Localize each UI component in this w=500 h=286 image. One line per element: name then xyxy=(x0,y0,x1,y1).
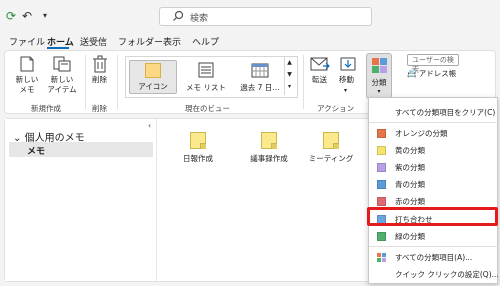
sticky-note-icon xyxy=(145,63,161,78)
color-swatch xyxy=(377,129,386,138)
search-placeholder: 検索 xyxy=(190,14,209,24)
view-note-list-button[interactable]: メモ リスト xyxy=(182,60,230,94)
tab-folder[interactable]: フォルダー xyxy=(118,35,163,48)
view-icon-label: アイコン xyxy=(138,82,168,91)
color-swatch xyxy=(377,163,386,172)
categorize-icon xyxy=(372,58,387,73)
category-label: 青の分類 xyxy=(395,180,425,189)
address-book-button[interactable]: 📇 アドレス帳 xyxy=(407,68,456,79)
gallery-scroll[interactable]: ▲ ▼ ▾ xyxy=(284,57,294,95)
quick-click-label: クイック クリックの設定(Q)... xyxy=(395,270,499,279)
category-green[interactable]: 緑の分類 xyxy=(369,228,499,244)
menu-divider xyxy=(369,246,499,247)
note-item[interactable]: 議事録作成 xyxy=(239,132,299,164)
undo-icon[interactable]: ↶ xyxy=(20,9,34,23)
category-purple[interactable]: 紫の分類 xyxy=(369,159,499,175)
category-label: オレンジの分類 xyxy=(395,129,448,138)
group-label-actions: アクション xyxy=(317,104,355,113)
chevron-down-icon[interactable]: ▾ xyxy=(344,86,347,96)
view-last7days-label: 過去 7 日… xyxy=(240,83,280,92)
address-book-icon: 📇 xyxy=(407,69,417,78)
categorize-menu: すべての分類項目をクリア(C) オレンジの分類 黄の分類 紫の分類 青の分類 赤… xyxy=(368,97,499,284)
classify-label: 分類 xyxy=(371,78,387,87)
group-label-new: 新規作成 xyxy=(31,104,61,113)
forward-icon xyxy=(310,57,330,71)
new-note-button[interactable]: 新しい メモ xyxy=(15,75,39,95)
chevron-down-icon: ▾ xyxy=(377,88,381,95)
color-swatch xyxy=(377,232,386,241)
tab-view[interactable]: 表示 xyxy=(163,35,181,48)
search-input[interactable]: 検索 xyxy=(159,7,372,26)
quick-click-settings[interactable]: クイック クリックの設定(Q)... xyxy=(369,266,499,282)
menu-divider xyxy=(369,122,499,123)
trash-icon xyxy=(93,55,107,73)
view-gallery: アイコン メモ リスト 過去 7 日… xyxy=(125,56,298,98)
classify-button[interactable]: 分類 ▾ xyxy=(366,53,392,99)
all-categories[interactable]: すべての分類項目(A)... xyxy=(369,249,499,265)
all-categories-label: すべての分類項目(A)... xyxy=(395,253,473,262)
group-label-delete: 削除 xyxy=(92,104,107,113)
sticky-note-icon xyxy=(261,132,277,149)
active-tab-indicator xyxy=(47,47,69,49)
sticky-note-icon xyxy=(323,132,339,149)
tab-help[interactable]: ヘルプ xyxy=(192,35,219,48)
address-book-label: アドレス帳 xyxy=(418,69,457,78)
nav-item-notes[interactable]: メモ xyxy=(9,142,153,157)
chevron-up-icon[interactable]: ▲ xyxy=(285,57,294,69)
color-swatch xyxy=(377,197,386,206)
new-note-icon xyxy=(20,56,34,72)
new-note-label-2: メモ xyxy=(19,85,35,94)
new-items-button[interactable]: 新しい アイテム xyxy=(47,75,77,95)
calendar-icon xyxy=(251,63,269,78)
collapse-pane-icon[interactable]: ‹ xyxy=(148,121,151,130)
category-label: 緑の分類 xyxy=(395,232,425,241)
category-blue[interactable]: 青の分類 xyxy=(369,176,499,192)
color-swatch xyxy=(377,180,386,189)
gallery-more-icon[interactable]: ▾ xyxy=(285,81,294,93)
list-icon xyxy=(198,62,214,78)
move-button[interactable]: 移動 xyxy=(339,75,354,85)
new-items-icon xyxy=(53,56,71,72)
divider xyxy=(85,55,86,109)
group-label-current-view: 現在のビュー xyxy=(185,104,230,113)
forward-button[interactable]: 転送 xyxy=(312,75,327,85)
category-yellow[interactable]: 黄の分類 xyxy=(369,142,499,158)
navigation-pane: ‹ ⌄ 個人用のメモ メモ xyxy=(5,119,157,281)
sticky-note-icon xyxy=(190,132,206,149)
color-swatch xyxy=(377,146,386,155)
category-label: 赤の分類 xyxy=(395,197,425,206)
new-items-label-1: 新しい xyxy=(50,75,74,84)
sync-icon[interactable]: ⟳ xyxy=(4,9,18,23)
new-items-label-2: アイテム xyxy=(47,85,77,94)
chevron-down-icon[interactable]: ▼ xyxy=(285,69,294,81)
category-label: 黄の分類 xyxy=(395,146,425,155)
view-note-list-label: メモ リスト xyxy=(186,83,226,92)
delete-button[interactable]: 削除 xyxy=(92,75,107,85)
tab-file[interactable]: ファイル xyxy=(9,35,45,48)
categorize-icon xyxy=(377,253,386,262)
note-item[interactable]: 日報作成 xyxy=(168,132,228,164)
note-item[interactable]: ミーティング xyxy=(301,132,361,164)
clear-all-categories[interactable]: すべての分類項目をクリア(C) xyxy=(369,104,499,120)
category-orange[interactable]: オレンジの分類 xyxy=(369,125,499,141)
divider xyxy=(303,55,304,109)
customize-icon[interactable]: ▾ xyxy=(38,9,52,23)
note-label: ミーティング xyxy=(308,154,354,163)
note-label: 日報作成 xyxy=(183,154,213,163)
menu-bar: ファイル ホーム 送受信 フォルダー 表示 ヘルプ xyxy=(0,33,500,49)
highlight-annotation xyxy=(367,207,498,226)
search-icon xyxy=(173,10,184,21)
move-icon xyxy=(340,57,356,71)
view-icon-button[interactable]: アイコン xyxy=(129,60,177,94)
find-people-input[interactable]: ユーザーの検索 xyxy=(407,54,459,74)
new-note-label-1: 新しい xyxy=(15,75,39,84)
tab-send-receive[interactable]: 送受信 xyxy=(80,35,107,48)
divider xyxy=(117,55,118,109)
note-label: 議事録作成 xyxy=(250,154,288,163)
clear-all-label: すべての分類項目をクリア(C) xyxy=(395,108,496,117)
category-label: 紫の分類 xyxy=(395,163,425,172)
view-last7days-button[interactable]: 過去 7 日… xyxy=(234,60,286,94)
title-bar: ⟳ ↶ ▾ 検索 xyxy=(0,0,500,32)
nav-item-notes-label: メモ xyxy=(27,147,46,157)
